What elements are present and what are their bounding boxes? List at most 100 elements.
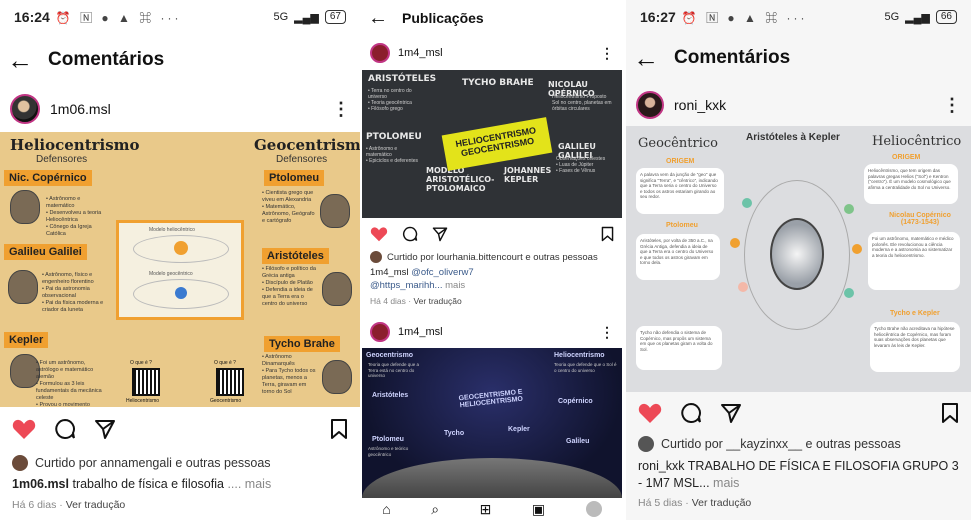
username[interactable]: 1m4_msl [398,326,443,338]
more-link[interactable]: mais [445,280,465,291]
more-link[interactable]: mais [713,476,739,490]
share-icon[interactable] [94,418,116,440]
heart-icon[interactable] [370,226,388,242]
liked-by[interactable]: Curtido por __kayzinxx__ e outras pessoa… [638,436,963,452]
tag-tycho: Tycho Brahe [264,336,340,352]
new-post-icon[interactable]: ⊞ [480,501,492,518]
bookmark-icon[interactable] [941,402,959,424]
more-options-icon[interactable]: ⋮ [943,95,961,116]
caption-username[interactable]: 1m06.msl [12,477,69,491]
more-options-icon[interactable]: ⋮ [600,324,614,341]
page-title: Comentários [48,49,165,70]
username[interactable]: roni_kxk [674,97,726,113]
caption-username[interactable]: 1m4_msl [370,267,409,278]
liked-by[interactable]: Curtido por lourhania.bittencourt e outr… [370,251,614,263]
center-title: Aristóteles à Kepler [746,132,840,143]
slide-right-title: Geocentrismo [254,136,360,154]
more-link[interactable]: .... mais [227,477,271,491]
post-header-2: 1m4_msl ⋮ [362,318,622,346]
post-image-2[interactable]: Geocentrismo Heliocentrismo GEOCENTRISMO… [362,348,622,498]
kepler-notes: • Foi um astrônomo, astrólogo e matemáti… [36,360,102,407]
translate-link[interactable]: Ver tradução [692,497,752,509]
post-meta: Há 4 dias · Ver tradução [370,296,462,306]
caption-mention-2[interactable]: @https_marihh... [370,280,442,291]
planet-dot-6 [844,288,854,298]
back-arrow-icon[interactable]: ← [362,7,394,30]
liked-by-text: Curtido por lourhania.bittencourt e outr… [387,251,598,263]
qr-code-left[interactable] [132,368,160,396]
status-time: 16:24 [14,9,50,25]
chalk-notes-a: • Terra no centro do universo • Teoria ge… [368,88,412,112]
chalk-notes-c: • Astrônomo e matemático • Epiciclos e de… [366,146,419,164]
portrait-aristoteles [322,272,352,306]
caption: 1m4_msl @ofc_oliverw7 @https_marihh... m… [370,266,612,292]
chalk-kepler: JOHANNES KEPLER [504,166,552,184]
chalk-modelo: MODELO ARISTOTÉLICO-PTOLOMAICO [426,166,495,193]
avatar[interactable] [10,94,40,124]
back-arrow-icon[interactable]: ← [626,43,666,74]
post-actions [0,418,360,440]
heart-icon[interactable] [638,402,662,424]
home-icon[interactable]: ⌂ [382,501,390,517]
bars-icon: ▂▄▆ [905,11,930,24]
slide-left-title: Heliocentrismo [10,136,140,154]
profile-icon[interactable] [585,501,602,517]
post-header: 1m06.msl ⋮ [0,92,360,126]
more-options-icon[interactable]: ⋮ [600,45,614,62]
ptolomeu-label: Ptolomeu [666,222,698,229]
bars-icon: ▂▄▆ [294,11,319,24]
heart-icon[interactable] [12,418,36,440]
planet-dot-5 [852,244,862,254]
tycho-kepler-label: Tycho e Kepler [890,310,940,317]
post-image[interactable]: Heliocentrismo Defensores Geocentrismo D… [0,132,360,407]
search-icon[interactable]: ⌕ [431,501,439,518]
galileu-notes: • Astrônomo, físico e engenheiro florent… [42,272,104,313]
tag-aristoteles: Aristóteles [262,248,329,264]
post-image[interactable]: Geocêntrico Aristóteles à Kepler Heliocê… [626,126,971,392]
comment-icon[interactable] [402,226,418,242]
caption: roni_kxk TRABALHO DE FÍSICA E FILOSOFIA … [638,458,961,492]
space-tycho: Tycho [444,430,465,437]
heliocentrico-title: Heliocêntrico [872,134,962,149]
username[interactable]: 1m4_msl [398,47,443,59]
translate-link[interactable]: Ver tradução [66,499,126,511]
tag-galileu: Galileu Galilei [4,244,87,260]
share-icon[interactable] [720,402,742,424]
planet-dot-4 [844,204,854,214]
bookmark-icon[interactable] [601,226,614,242]
post-actions [362,226,622,242]
avatar[interactable] [370,322,390,342]
card-geo-origem: A palavra vem da junção de "geo" que sig… [636,168,724,214]
liked-by-text: Curtido por annamengali e outras pessoas [35,456,271,470]
space-center-title: GEOCENTRISMO E HELIOCENTRISMO [458,388,524,410]
more-options-icon[interactable]: ⋮ [332,99,350,120]
avatar[interactable] [370,43,390,63]
space-copernico: Copérnico [558,398,593,405]
liked-by[interactable]: Curtido por annamengali e outras pessoas [12,455,352,471]
comment-icon[interactable] [680,402,702,424]
helio-model-label: Modelo heliocêntrico [149,227,195,233]
copernico-label: Nicolau Copérnico (1473-1543) [889,212,951,226]
caption-mention-1[interactable]: @ofc_oliverw7 [411,267,473,278]
caption-username[interactable]: roni_kxk [638,459,685,473]
avatar[interactable] [636,91,664,119]
qr-code-right[interactable] [216,368,244,396]
back-arrow-icon[interactable]: ← [0,45,40,76]
space-ptolomeu: Ptolomeu [372,436,404,443]
translate-link[interactable]: Ver tradução [413,296,461,306]
reels-icon[interactable]: ▣ [532,501,545,518]
tag-kepler: Kepler [4,332,49,348]
sun-icon [174,241,188,255]
bookmark-icon[interactable] [330,418,348,440]
chalk-aristoteles: ARISTÓTELES [368,74,437,84]
post-image[interactable]: ARISTÓTELES TYCHO BRAHE NICOLAU OPÉRNICO… [362,70,622,218]
share-icon[interactable] [432,226,448,242]
time-ago: Há 4 dias [370,296,406,306]
planet-dot-2 [730,238,740,248]
qr-label-right: Geocentrismo [210,398,242,404]
username[interactable]: 1m06.msl [50,101,111,117]
comments-screen-left: 16:24 ⏰ 🄽 ● ▲ ⌘ ··· 5G ▂▄▆ 67 ← Comentár… [0,0,360,520]
notification-icons: ⏰ 🄽 ● ▲ ⌘ ··· [681,10,808,25]
comment-icon[interactable] [54,418,76,440]
chalk-notes-d: Observações celestes • Luas de Júpiter • F… [556,156,606,174]
